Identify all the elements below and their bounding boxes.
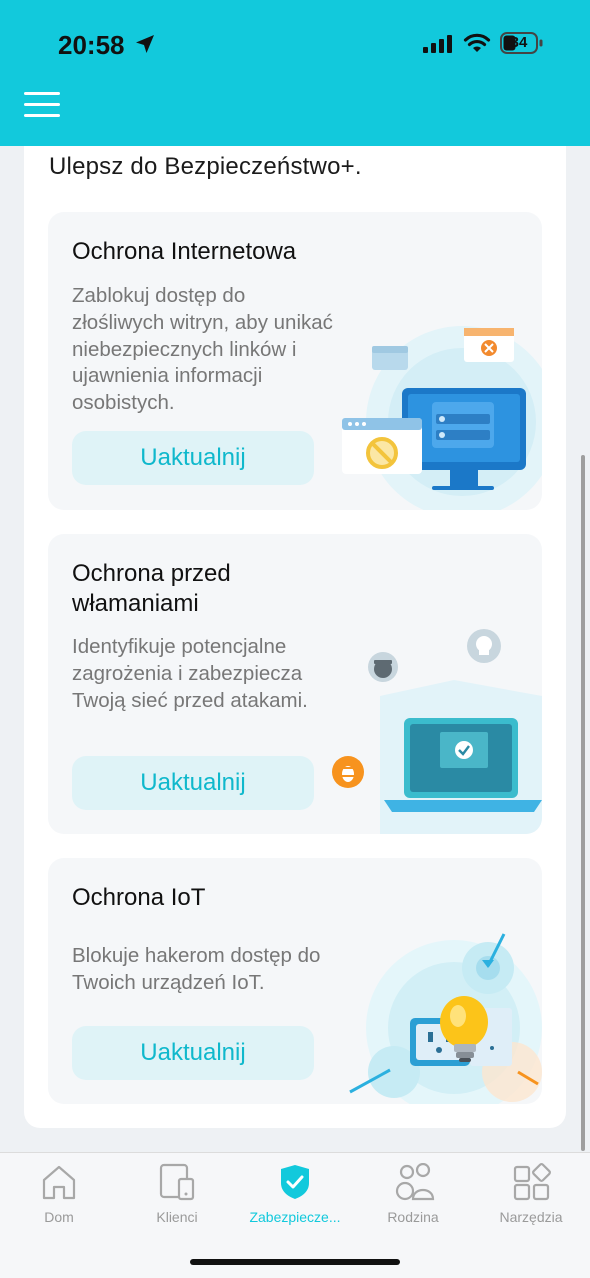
intrusion-protection-illustration <box>332 629 542 834</box>
upgrade-button[interactable]: Uaktualnij <box>72 756 314 810</box>
devices-icon <box>159 1163 195 1201</box>
feature-card-intrusion-protection: Ochrona przed włamaniami Identyfikuje po… <box>48 534 542 834</box>
tab-security[interactable]: Zabezpiecze... <box>236 1153 354 1233</box>
scrollbar[interactable] <box>581 455 585 1151</box>
web-protection-illustration <box>342 326 542 510</box>
shield-icon <box>281 1165 309 1199</box>
home-indicator <box>190 1259 400 1265</box>
feature-title: Ochrona IoT <box>72 884 206 911</box>
iot-protection-illustration <box>349 933 542 1104</box>
family-icon <box>395 1163 435 1201</box>
tab-home[interactable]: Dom <box>0 1153 118 1233</box>
app-header: 20:58 34 <box>0 0 590 146</box>
tab-tools[interactable]: Narzędzia <box>472 1153 590 1233</box>
feature-description: Blokuje hakerom dostęp do Twoich urządze… <box>72 944 321 994</box>
upgrade-intro-text: Ulepsz do Bezpieczeństwo+. <box>49 153 362 180</box>
tab-label: Zabezpiecze... <box>249 1209 341 1225</box>
location-arrow-icon <box>136 35 154 53</box>
tab-family[interactable]: Rodzina <box>354 1153 472 1233</box>
tab-label: Rodzina <box>387 1209 439 1225</box>
feature-card-iot-protection: Ochrona IoT Blokuje hakerom dostęp do Tw… <box>48 858 542 1104</box>
tab-clients[interactable]: Klienci <box>118 1153 236 1233</box>
wifi-icon <box>463 33 491 52</box>
battery-indicator: 34 <box>500 32 544 59</box>
status-time: 20:58 <box>58 30 125 60</box>
tools-icon <box>513 1163 551 1201</box>
battery-level: 34 <box>510 34 528 51</box>
upgrade-button[interactable]: Uaktualnij <box>72 1026 314 1080</box>
upgrade-button[interactable]: Uaktualnij <box>72 431 314 485</box>
tab-label: Narzędzia <box>499 1209 563 1225</box>
feature-description: Zablokuj dostęp do złośliwych witryn, ab… <box>72 284 333 415</box>
feature-title: Ochrona przed włamaniami <box>72 560 231 617</box>
menu-icon[interactable] <box>24 90 60 118</box>
tab-label: Dom <box>44 1209 74 1225</box>
feature-title: Ochrona Internetowa <box>72 238 297 265</box>
feature-card-web-protection: Ochrona Internetowa Zablokuj dostęp do z… <box>48 212 542 510</box>
tab-label: Klienci <box>156 1209 198 1225</box>
feature-description: Identyfikuje potencjalne zagrożenia i za… <box>72 635 308 712</box>
cellular-signal-icon <box>423 35 452 53</box>
home-icon <box>42 1165 76 1200</box>
